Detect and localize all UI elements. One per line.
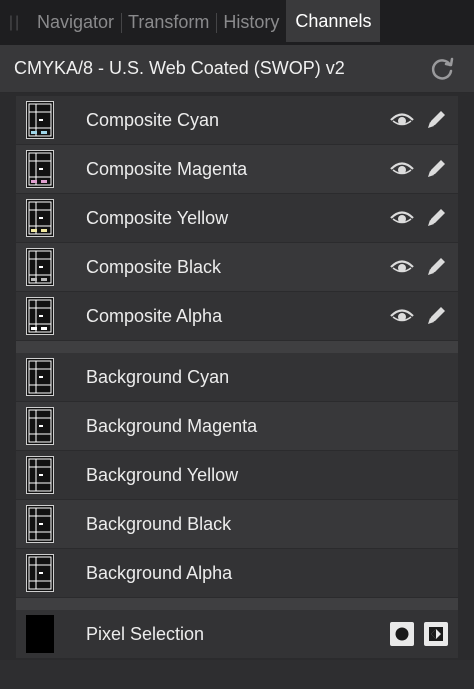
pixel-selection-thumbnail (26, 615, 54, 653)
channel-thumbnail (26, 505, 54, 543)
pixel-selection-section: Pixel Selection (16, 610, 458, 659)
pencil-icon[interactable] (420, 202, 452, 234)
channel-row-background-yellow[interactable]: Background Yellow (16, 451, 458, 500)
channel-thumbnail (26, 358, 54, 396)
channel-label: Composite Cyan (86, 109, 220, 130)
pencil-icon[interactable] (420, 251, 452, 283)
panel-footer (0, 660, 474, 689)
channel-thumbnail (26, 554, 54, 592)
panel-grip-handle[interactable]: || (0, 0, 30, 45)
channel-label: Background Black (86, 513, 232, 534)
pencil-icon[interactable] (420, 104, 452, 136)
eye-icon[interactable] (386, 251, 418, 283)
channel-row-background-magenta[interactable]: Background Magenta (16, 402, 458, 451)
channel-thumbnail (26, 456, 54, 494)
group-divider (16, 598, 458, 610)
channel-row-background-cyan[interactable]: Background Cyan (16, 353, 458, 402)
channel-thumbnail (26, 150, 54, 188)
composite-channels-list: Composite Cyan Composite Magenta Composi… (16, 96, 458, 341)
tab-transform[interactable]: Transform (121, 0, 216, 45)
selection-circle-icon[interactable] (390, 622, 414, 646)
channel-label: Background Alpha (86, 562, 233, 583)
channel-row-composite-cyan[interactable]: Composite Cyan (16, 96, 458, 145)
channel-label: Pixel Selection (86, 623, 205, 644)
channel-thumbnail (26, 199, 54, 237)
reset-icon[interactable] (426, 52, 460, 86)
color-format-label: CMYKA/8 - U.S. Web Coated (SWOP) v2 (14, 58, 345, 78)
channel-thumbnail (26, 297, 54, 335)
group-divider (16, 341, 458, 353)
channel-label: Background Cyan (86, 366, 230, 387)
eye-icon[interactable] (386, 202, 418, 234)
channel-thumbnail (26, 248, 54, 286)
channel-row-composite-magenta[interactable]: Composite Magenta (16, 145, 458, 194)
channel-label: Background Magenta (86, 415, 258, 436)
panel-tab-bar: || Navigator Transform History Channels (0, 0, 474, 45)
tabbar-spacer (380, 0, 474, 45)
channel-label: Composite Black (86, 256, 222, 277)
channel-label: Background Yellow (86, 464, 239, 485)
pencil-icon[interactable] (420, 153, 452, 185)
channel-row-pixel-selection[interactable]: Pixel Selection (16, 610, 458, 659)
color-format-header: CMYKA/8 - U.S. Web Coated (SWOP) v2 (0, 45, 474, 93)
selection-invert-icon[interactable] (424, 622, 448, 646)
channel-row-background-black[interactable]: Background Black (16, 500, 458, 549)
background-channels-list: Background Cyan Background Magenta Backg… (16, 353, 458, 598)
tab-history[interactable]: History (216, 0, 286, 45)
channel-label: Composite Magenta (86, 158, 248, 179)
channel-row-composite-yellow[interactable]: Composite Yellow (16, 194, 458, 243)
pencil-icon[interactable] (420, 300, 452, 332)
channel-row-composite-alpha[interactable]: Composite Alpha (16, 292, 458, 341)
channel-label: Composite Yellow (86, 207, 229, 228)
tab-navigator[interactable]: Navigator (30, 0, 121, 45)
channel-row-background-alpha[interactable]: Background Alpha (16, 549, 458, 598)
eye-icon[interactable] (386, 300, 418, 332)
channel-thumbnail (26, 101, 54, 139)
tab-channels[interactable]: Channels (286, 0, 381, 42)
eye-icon[interactable] (386, 153, 418, 185)
channel-row-composite-black[interactable]: Composite Black (16, 243, 458, 292)
channel-label: Composite Alpha (86, 305, 223, 326)
eye-icon[interactable] (386, 104, 418, 136)
channel-thumbnail (26, 407, 54, 445)
